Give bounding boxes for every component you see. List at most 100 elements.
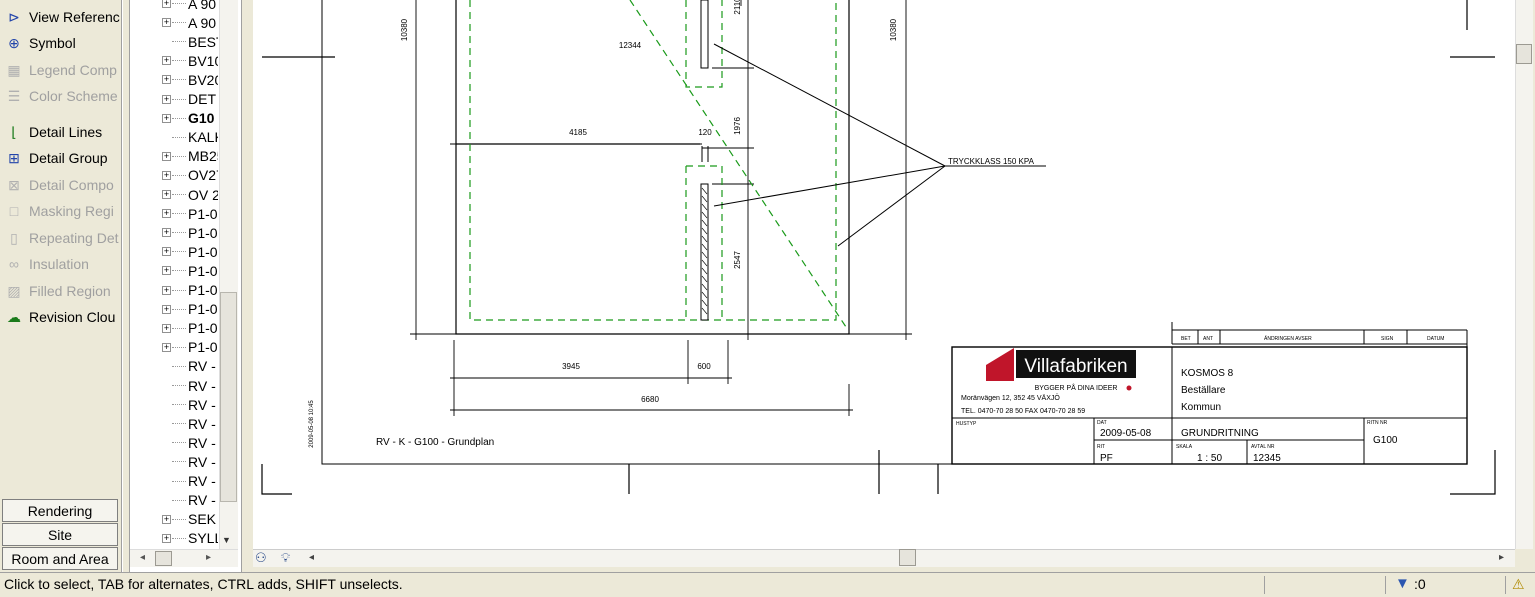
dim-12344: 12344: [619, 41, 642, 50]
browser-tree-item[interactable]: RV -: [130, 452, 218, 471]
expand-icon[interactable]: +: [162, 94, 171, 104]
browser-hscroll-thumb[interactable]: [155, 551, 172, 566]
scroll-down-arrow-icon[interactable]: ▼: [222, 535, 231, 545]
expand-icon[interactable]: +: [162, 266, 171, 276]
warning-icon[interactable]: ⚠: [1512, 576, 1525, 593]
expand-icon[interactable]: +: [162, 75, 171, 85]
tool-repeating-detail[interactable]: ▯ Repeating Det: [4, 226, 120, 250]
browser-tree-item[interactable]: + MB25: [130, 147, 218, 166]
tree-connector: [172, 136, 186, 138]
tool-revision-cloud[interactable]: ☁ Revision Clou: [4, 305, 120, 329]
browser-item-label: BV20: [188, 71, 218, 88]
browser-tree-item[interactable]: + A 90: [130, 13, 218, 32]
browser-horizontal-scrollbar[interactable]: ◂ ▸: [130, 549, 238, 567]
vertical-stamp: 2009-05-08 10:45: [309, 400, 315, 448]
expand-icon[interactable]: +: [162, 56, 171, 66]
browser-tree-item[interactable]: + SYLL: [130, 529, 218, 548]
browser-tree-item[interactable]: + G10: [130, 109, 218, 128]
browser-tree-item[interactable]: RV -: [130, 472, 218, 491]
browser-tree-item[interactable]: BEST: [130, 32, 218, 51]
browser-tree-item[interactable]: RV -: [130, 491, 218, 510]
expand-icon[interactable]: +: [162, 170, 171, 180]
canvas-hscroll-thumb[interactable]: [899, 549, 916, 566]
tree-connector: [172, 194, 186, 195]
expand-icon[interactable]: +: [162, 247, 171, 257]
view-title: RV - K - G100 - Grundplan: [376, 437, 494, 448]
browser-tree-item[interactable]: + BV10: [130, 51, 218, 70]
dim-4185: 4185: [569, 128, 587, 137]
browser-tree-item[interactable]: + P1-0: [130, 204, 218, 223]
expand-icon[interactable]: +: [162, 514, 171, 524]
expand-icon[interactable]: +: [162, 18, 171, 28]
tab-room-and-area[interactable]: Room and Area: [2, 547, 118, 570]
expand-icon[interactable]: +: [162, 228, 171, 238]
browser-tree-item[interactable]: + P1-0: [130, 281, 218, 300]
expand-icon[interactable]: +: [162, 342, 171, 352]
rev-header-sign: SIGN: [1381, 336, 1394, 342]
expand-icon[interactable]: +: [162, 151, 171, 161]
tool-color-scheme[interactable]: ☰ Color Scheme: [4, 84, 120, 108]
browser-tree-item[interactable]: + BV20: [130, 70, 218, 89]
scroll-left-arrow-icon[interactable]: ◂: [140, 552, 145, 563]
tool-view-reference[interactable]: ⊳ View Referenc: [4, 5, 120, 29]
view-control-bar: ⚇ 💡︎ ◂ ▸: [253, 549, 1515, 567]
browser-tree-item[interactable]: RV -: [130, 357, 218, 376]
browser-tree-item[interactable]: RV -: [130, 395, 218, 414]
browser-tree-item[interactable]: + P1-0: [130, 300, 218, 319]
tool-insulation[interactable]: ∞ Insulation: [4, 252, 120, 276]
tree-connector: [172, 327, 186, 329]
browser-tree-item[interactable]: + P1-0: [130, 242, 218, 261]
expand-icon[interactable]: +: [162, 323, 171, 333]
tool-symbol[interactable]: ⊕ Symbol: [4, 31, 120, 55]
scroll-left-arrow-icon[interactable]: ◂: [309, 552, 314, 563]
canvas-vscroll-thumb[interactable]: [1516, 44, 1532, 64]
browser-tree-item[interactable]: + OV27: [130, 166, 218, 185]
tool-masking-region[interactable]: □ Masking Regi: [4, 199, 120, 223]
tree-connector: [172, 155, 186, 157]
expand-icon[interactable]: +: [162, 0, 171, 8]
scroll-right-arrow-icon[interactable]: ▸: [206, 552, 211, 563]
browser-tree-item[interactable]: RV -: [130, 376, 218, 395]
tool-detail-component[interactable]: ⊠ Detail Compo: [4, 173, 120, 197]
tab-rendering[interactable]: Rendering: [2, 499, 118, 522]
panel-splitter[interactable]: [122, 0, 130, 572]
brand-name: Villafabriken: [1024, 356, 1127, 377]
expand-icon[interactable]: +: [162, 304, 171, 314]
browser-tree-item[interactable]: RV -: [130, 414, 218, 433]
expand-icon[interactable]: +: [162, 285, 171, 295]
browser-tree-item[interactable]: + P1-0: [130, 223, 218, 242]
browser-tree-item[interactable]: + P1-0: [130, 319, 218, 338]
browser-item-label: RV -: [188, 453, 216, 470]
browser-tree-item[interactable]: RV -: [130, 433, 218, 452]
tree-connector: [172, 98, 186, 100]
tool-detail-lines[interactable]: ⌊ Detail Lines: [4, 120, 120, 144]
browser-tree-item[interactable]: + P1-0: [130, 338, 218, 357]
filter-icon[interactable]: ▼: [1395, 575, 1410, 592]
hint-bulb-icon[interactable]: 💡︎: [281, 550, 290, 566]
tool-legend-component[interactable]: ▦ Legend Comp: [4, 58, 120, 82]
browser-tree-item[interactable]: + A 90: [130, 0, 218, 13]
tree-connector: [172, 308, 186, 310]
villafabriken-logo: Villafabriken BYGGER PÅ DINA IDEER: [986, 348, 1136, 392]
browser-item-label: P1-0: [188, 205, 218, 222]
drawing-canvas[interactable]: 10380 10380 12344 2110 4185 120 1976 254…: [253, 0, 1515, 549]
tab-site[interactable]: Site: [2, 523, 118, 546]
browser-item-label: P1-0: [188, 301, 218, 318]
browser-tree-item[interactable]: + SEK: [130, 510, 218, 529]
browser-tree-item[interactable]: KALK: [130, 128, 218, 147]
expand-icon[interactable]: +: [162, 113, 171, 123]
tool-detail-group[interactable]: ⊞ Detail Group: [4, 146, 120, 170]
expand-icon[interactable]: +: [162, 190, 171, 199]
detail-level-icon[interactable]: ⚇: [255, 550, 267, 566]
scroll-right-arrow-icon[interactable]: ▸: [1499, 552, 1504, 563]
canvas-vertical-scrollbar[interactable]: [1515, 0, 1533, 549]
browser-tree-item[interactable]: + P1-0: [130, 261, 218, 280]
browser-tree-item[interactable]: + DET: [130, 90, 218, 109]
tool-filled-region[interactable]: ▨ Filled Region: [4, 279, 120, 303]
browser-scroll-thumb[interactable]: [220, 292, 237, 502]
expand-icon[interactable]: +: [162, 209, 171, 219]
expand-icon[interactable]: +: [162, 533, 171, 543]
rev-header-ant: ANT: [1203, 336, 1213, 342]
browser-tree-item[interactable]: + OV 2: [130, 185, 218, 204]
browser-item-label: BV10: [188, 52, 218, 69]
